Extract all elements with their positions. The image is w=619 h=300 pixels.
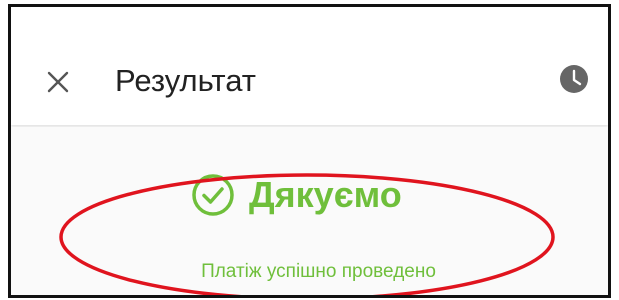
result-message: Платіж успішно проведено bbox=[201, 261, 436, 282]
result-heading: Дякуємо bbox=[249, 174, 402, 215]
app-bar: Результат bbox=[11, 7, 608, 125]
clock-icon bbox=[560, 65, 588, 93]
history-button[interactable] bbox=[558, 63, 590, 95]
close-button[interactable] bbox=[41, 65, 75, 99]
check-circle-icon bbox=[192, 174, 234, 216]
screenshot-frame: Результат Дякуємо Платіж успішно проведе… bbox=[8, 4, 611, 298]
close-icon bbox=[47, 71, 69, 93]
result-content: Дякуємо Платіж успішно проведено bbox=[11, 127, 608, 295]
page-title: Результат bbox=[115, 63, 256, 98]
result-heading-row: Дякуємо bbox=[191, 173, 402, 217]
